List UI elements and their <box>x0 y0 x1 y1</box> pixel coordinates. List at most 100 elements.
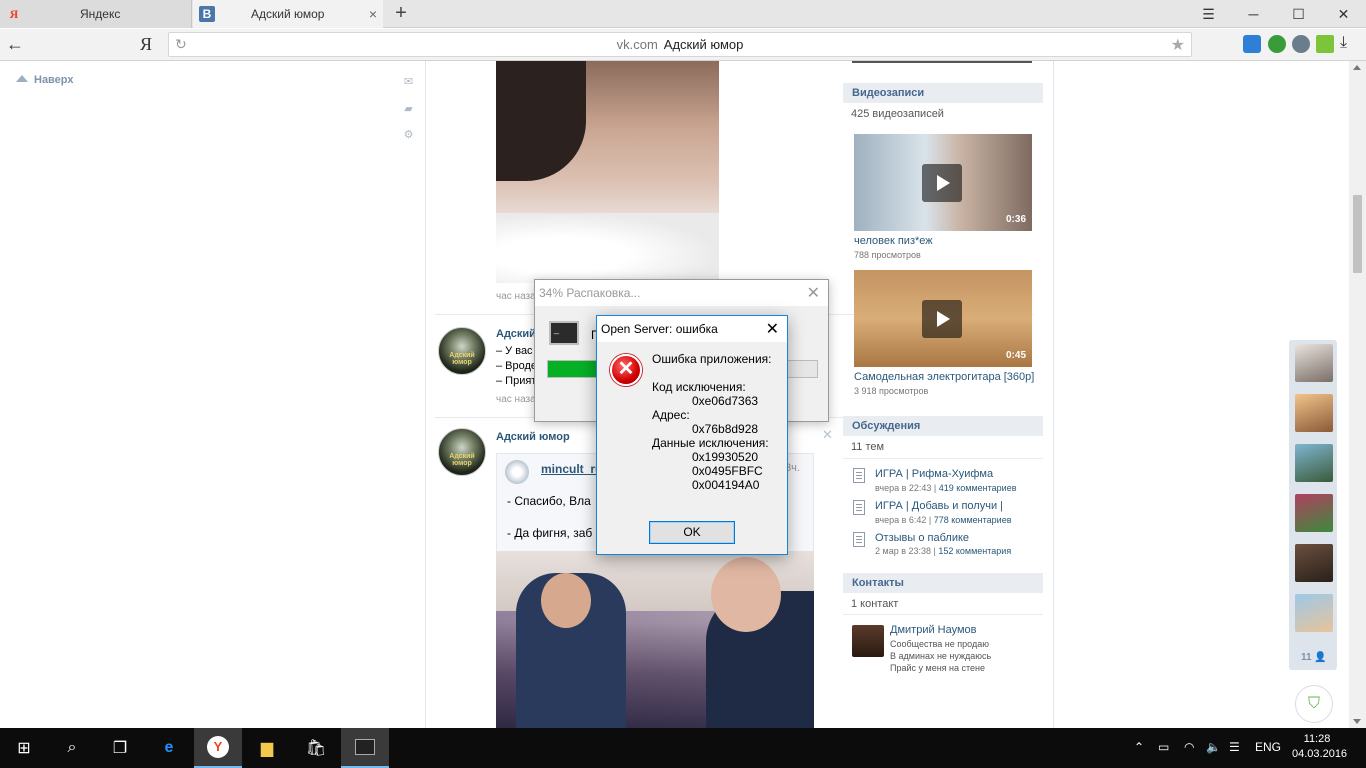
yandex-browser-icon[interactable]: Y <box>194 728 242 768</box>
unpack-close-icon[interactable]: ✕ <box>807 283 820 303</box>
error-icon: ✕ <box>610 354 642 386</box>
bookmark-star-icon[interactable]: ★ <box>1171 35 1185 55</box>
terminal-icon: _ <box>549 321 579 345</box>
clock[interactable]: 11:28 04.03.2016 <box>1292 732 1348 762</box>
tab-yandex[interactable]: Я Яндекс <box>0 0 192 28</box>
notifications-icon[interactable]: ☰ <box>1229 740 1240 754</box>
friend-avatar[interactable] <box>1295 594 1333 632</box>
friend-avatar[interactable] <box>1295 344 1333 382</box>
scroll-up-icon[interactable] <box>1353 65 1361 70</box>
close-window-button[interactable]: ✕ <box>1321 0 1366 28</box>
discussions-header[interactable]: Обсуждения <box>843 416 1043 436</box>
battery-icon[interactable]: ▭ <box>1158 740 1169 754</box>
exception-data-value: 0x004194A0 <box>692 478 760 492</box>
topic-comments[interactable]: 152 комментария <box>938 546 1011 556</box>
shield-icon[interactable]: ⛉ <box>1295 685 1333 723</box>
play-icon[interactable] <box>922 300 962 338</box>
video-duration: 0:36 <box>1005 214 1026 225</box>
friend-avatar[interactable] <box>1295 544 1333 582</box>
topic-date: вчера в 6:42 <box>875 515 927 525</box>
post-photo[interactable] <box>496 61 719 283</box>
volume-icon[interactable]: 🔈 <box>1206 740 1221 754</box>
post-photo[interactable] <box>496 551 814 728</box>
tray-chevron-icon[interactable]: ⌃ <box>1134 740 1144 754</box>
address-label: Адрес: <box>652 408 690 422</box>
friends-count[interactable]: 11 👤 <box>1301 652 1327 663</box>
tab-vk[interactable]: В Адский юмор × <box>193 0 383 28</box>
file-explorer-icon[interactable]: ▆ <box>243 728 291 768</box>
up-arrow-icon <box>16 75 28 82</box>
post-text-line: – Прият <box>496 375 537 387</box>
vk-icon: В <box>199 6 215 22</box>
topic-meta: 2 мар в 23:38 | 152 комментария <box>875 546 1012 556</box>
friend-avatar[interactable] <box>1295 494 1333 532</box>
contact-avatar[interactable] <box>852 625 884 657</box>
new-tab-button[interactable]: + <box>390 2 412 24</box>
topic-title[interactable]: ИГРА | Рифма-Хуифма <box>875 468 993 480</box>
ok-button[interactable]: OK <box>649 521 735 544</box>
tab-close-icon[interactable]: × <box>363 6 383 22</box>
play-icon[interactable] <box>922 164 962 202</box>
extension-green-icon[interactable] <box>1268 35 1286 53</box>
contacts-header[interactable]: Контакты <box>843 573 1043 593</box>
mail-icon[interactable]: ✉ <box>402 75 415 88</box>
discussions-count[interactable]: 11 тем <box>851 441 884 453</box>
browser-menu-icon[interactable]: ☰ <box>1186 0 1231 28</box>
downloads-icon[interactable]: ⤓ <box>1340 34 1347 52</box>
topic-icon <box>853 468 865 483</box>
divider <box>843 614 1043 615</box>
post-author[interactable]: Адский юмор <box>496 431 570 443</box>
repost-author[interactable]: mincult_ru <box>541 462 602 476</box>
yandex-home-button[interactable]: Я <box>136 33 156 55</box>
maximize-button[interactable]: ☐ <box>1276 0 1321 28</box>
store-icon[interactable]: 🛍 <box>292 728 340 768</box>
tab-title: Адский юмор <box>251 7 325 21</box>
video-thumbnail[interactable]: 0:36 <box>854 134 1032 231</box>
video-title[interactable]: Самодельная электрогитара [360p] <box>854 371 1034 383</box>
terminal-taskbar-icon[interactable] <box>341 728 389 768</box>
search-icon[interactable]: ⌕ <box>48 728 96 768</box>
video-thumbnail[interactable]: 0:45 <box>854 270 1032 367</box>
group-avatar[interactable]: Адский юмор <box>438 327 486 375</box>
url-page-title: Адский юмор <box>663 37 744 52</box>
vertical-scrollbar[interactable] <box>1349 61 1366 728</box>
extension-grey-icon[interactable] <box>1292 35 1310 53</box>
videos-count[interactable]: 425 видеозаписей <box>851 108 944 120</box>
topic-title[interactable]: Отзывы о паблике <box>875 532 969 544</box>
hide-post-icon[interactable]: ✕ <box>822 427 833 443</box>
post-time[interactable]: час наза <box>496 394 536 405</box>
url-display: vk.com Адский юмор <box>169 37 1191 52</box>
download-arrow-icon[interactable] <box>1316 35 1334 53</box>
chat-icon[interactable]: ▰ <box>402 102 415 115</box>
scroll-down-icon[interactable] <box>1353 719 1361 724</box>
friends-count-value: 11 <box>1301 652 1312 663</box>
browser-tab-bar: Я Яндекс В Адский юмор × + ☰ ─ ☐ ✕ <box>0 0 1366 28</box>
back-arrow-icon[interactable]: ← <box>4 33 26 55</box>
error-close-icon[interactable]: ✕ <box>766 319 779 339</box>
video-title[interactable]: человек пиз*еж <box>854 235 933 247</box>
language-indicator[interactable]: ENG <box>1255 740 1281 754</box>
browser-nav-bar: ← Я ↻ vk.com Адский юмор ★ ⤓ <box>0 29 1366 61</box>
clock-date: 04.03.2016 <box>1292 748 1348 760</box>
column-divider <box>425 61 426 728</box>
protect-shield-icon[interactable] <box>1243 35 1261 53</box>
contact-name[interactable]: Дмитрий Наумов <box>890 624 977 636</box>
address-bar[interactable]: ↻ vk.com Адский юмор ★ <box>168 32 1192 57</box>
edge-browser-icon[interactable]: e <box>145 728 193 768</box>
task-view-icon[interactable]: ❐ <box>96 728 144 768</box>
friend-avatar[interactable] <box>1295 394 1333 432</box>
scrollbar-thumb[interactable] <box>1353 195 1362 273</box>
videos-header[interactable]: Видеозаписи <box>843 83 1043 103</box>
gear-icon[interactable]: ⚙ <box>402 128 415 141</box>
windows-start-icon[interactable]: ⊞ <box>0 728 48 768</box>
repost-avatar[interactable] <box>505 460 529 484</box>
topic-comments[interactable]: 778 комментариев <box>934 515 1012 525</box>
topic-title[interactable]: ИГРА | Добавь и получи | <box>875 500 1003 512</box>
wifi-icon[interactable]: ◠ <box>1184 740 1194 754</box>
minimize-button[interactable]: ─ <box>1231 0 1276 28</box>
group-avatar[interactable]: Адский юмор <box>438 428 486 476</box>
exception-data-value: 0x19930520 <box>692 450 759 464</box>
topic-comments[interactable]: 419 комментариев <box>939 483 1017 493</box>
scroll-to-top-link[interactable]: Наверх <box>16 74 74 86</box>
friend-avatar[interactable] <box>1295 444 1333 482</box>
